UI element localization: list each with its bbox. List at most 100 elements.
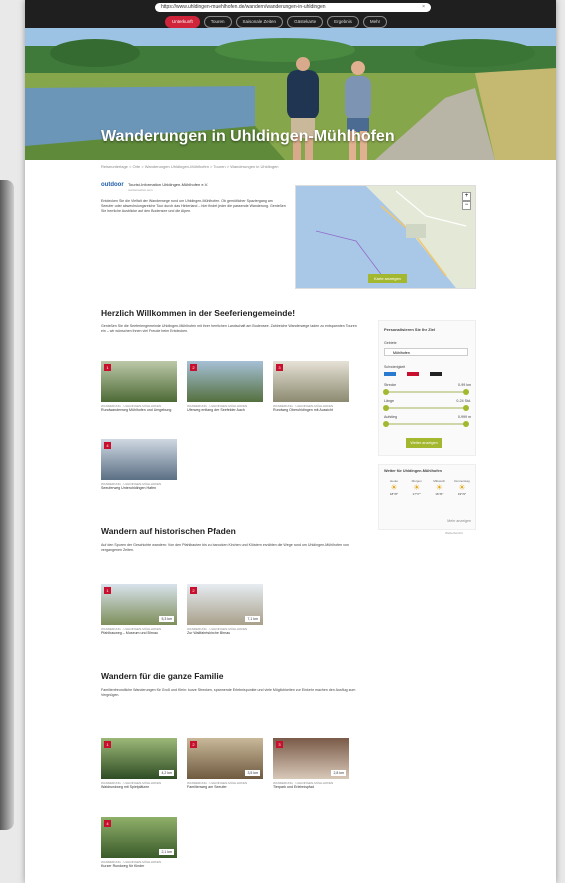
slider-knob[interactable]	[463, 405, 469, 411]
card-number: 1	[104, 587, 111, 594]
device-edge	[0, 180, 14, 830]
map-graphic	[296, 186, 475, 288]
weather-more-link[interactable]: Mehr anzeigen	[447, 519, 471, 523]
url-text: https://www.uhldingen-muehlhofen.de/wand…	[161, 4, 326, 10]
card-number: 4	[104, 820, 111, 827]
historic-text: Auf den Spuren der Geschichte wandern: V…	[101, 543, 349, 552]
slider-knob[interactable]	[383, 405, 389, 411]
slider-label: Länge	[384, 399, 394, 403]
tour-card[interactable]: 4 2,1 km WANDERUNG · UHLDINGEN-MÜHLHOFEN …	[101, 817, 177, 869]
card-image: 4	[101, 439, 177, 480]
weather-day: Heute ☀ 18°/8°	[384, 479, 404, 496]
family-text: Familienfreundliche Wanderungen für Groß…	[101, 688, 356, 697]
org-name[interactable]: Tourist-Information Uhldingen-Mühlhofen …	[128, 182, 208, 187]
nav-item-ergebnis[interactable]: Ergebnis	[327, 16, 359, 28]
weather-panel: Wetter für Uhldingen-Mühlhofen Heute ☀ 18°…	[378, 464, 476, 530]
page-title: Wanderungen in Uhldingen-Mühlhofen	[101, 128, 395, 145]
card-image: 1	[101, 361, 177, 402]
slider-knob[interactable]	[463, 421, 469, 427]
zoom-out-icon[interactable]: −	[462, 201, 471, 210]
nav-item-unterkunft[interactable]: Unterkunft	[165, 16, 200, 28]
intro-text: Entdecken Sie die Vielfalt der Wanderweg…	[101, 199, 286, 213]
distance-slider[interactable]	[383, 389, 469, 395]
card-image: 1 5,3 km	[101, 584, 177, 625]
day-temp: 19°/9°	[457, 492, 467, 496]
browser-toolbar: https://www.uhldingen-muehlhofen.de/wand…	[25, 0, 556, 28]
card-number: 4	[104, 442, 111, 449]
org-source: outdooractive.com	[128, 188, 153, 192]
nav-item-gaestekarte[interactable]: Gästekarte	[287, 16, 324, 28]
tour-card[interactable]: 4 WANDERUNG · UHLDINGEN-MÜHLHOFEN Seeufe…	[101, 439, 177, 491]
card-tag: 7,1 km	[245, 616, 260, 622]
sun-icon: ☀	[435, 483, 443, 492]
card-image: 3 2,8 km	[273, 738, 349, 779]
zoom-in-icon[interactable]: +	[462, 192, 471, 201]
slider-value: 0-99 km	[458, 383, 471, 387]
show-results-button[interactable]: Weiter anzeigen	[406, 438, 442, 448]
map[interactable]: + − Karte anzeigen	[295, 185, 476, 289]
day-temp: 18°/8°	[389, 492, 399, 496]
address-bar[interactable]: https://www.uhldingen-muehlhofen.de/wand…	[155, 3, 431, 12]
difficulty-hard[interactable]	[430, 372, 442, 376]
card-number: 2	[190, 741, 197, 748]
ascent-slider[interactable]	[383, 421, 469, 427]
tour-card[interactable]: 3 2,8 km WANDERUNG · UHLDINGEN-MÜHLHOFEN …	[273, 738, 349, 790]
card-number: 1	[104, 741, 111, 748]
slider-value: 0-999 m	[457, 415, 471, 419]
day-temp: 17°/7°	[412, 492, 421, 496]
slider-label: Aufstieg	[384, 415, 397, 419]
tour-card[interactable]: 3 WANDERUNG · UHLDINGEN-MÜHLHOFEN Rundwe…	[273, 361, 349, 413]
tour-card[interactable]: 2 7,1 km WANDERUNG · UHLDINGEN-MÜHLHOFEN …	[187, 584, 263, 636]
slider-value: 0-24 Std.	[456, 399, 471, 403]
card-tag: 4,2 km	[159, 770, 174, 776]
card-number: 3	[276, 741, 283, 748]
sun-icon: ☀	[413, 483, 421, 492]
tour-card[interactable]: 1 5,3 km WANDERUNG · UHLDINGEN-MÜHLHOFEN …	[101, 584, 177, 636]
nav-item-saisonal[interactable]: Saisonale Zeiten	[235, 16, 284, 28]
weather-days: Heute ☀ 18°/8° Morgen ☀ 17°/7° Mittwoch ☀ 16°/…	[384, 479, 472, 496]
difficulty-easy[interactable]	[384, 372, 396, 376]
card-number: 1	[104, 364, 111, 371]
card-image: 2 3,5 km	[187, 738, 263, 779]
nav-item-touren[interactable]: Touren	[203, 16, 232, 28]
card-image: 2 7,1 km	[187, 584, 263, 625]
card-title: Rundwanderweg Mühlhofen und Umgebung	[101, 408, 172, 412]
tour-card[interactable]: 2 3,5 km WANDERUNG · UHLDINGEN-MÜHLHOFEN …	[187, 738, 263, 790]
slider-knob[interactable]	[463, 389, 469, 395]
card-image: 1 4,2 km	[101, 738, 177, 779]
org-logo: outdoor	[101, 182, 124, 188]
card-title: Uferweg entlang der Seefelder Aach	[187, 408, 245, 412]
card-title: Kurzer Rundweg für Kinder	[101, 864, 145, 868]
card-title: Familienweg am Seeufer	[187, 785, 227, 789]
map-button[interactable]: Karte anzeigen	[368, 274, 407, 283]
family-title: Wandern für die ganze Familie	[101, 671, 224, 681]
slider-knob[interactable]	[383, 389, 389, 395]
weather-day: Donnerstag ☀ 19°/9°	[452, 479, 472, 496]
day-temp: 16°/6°	[435, 492, 444, 496]
sun-icon: ☀	[390, 483, 398, 492]
site-nav: Unterkunft Touren Saisonale Zeiten Gäste…	[165, 16, 388, 28]
card-title: Tierpark und Erlebnispfad	[273, 785, 315, 789]
weather-footer[interactable]: Wetterbericht	[445, 531, 463, 535]
weather-title: Wetter für Uhldingen-Mühlhofen	[384, 469, 442, 473]
card-title: Zur Wallfahrtskirche Birnau	[187, 631, 231, 635]
sun-icon: ☀	[458, 483, 466, 492]
tour-card[interactable]: 2 WANDERUNG · UHLDINGEN-MÜHLHOFEN Uferwe…	[187, 361, 263, 413]
breadcrumb[interactable]: Reiseunterlage > Orte > Wanderungen Uhld…	[101, 164, 279, 169]
weather-day: Morgen ☀ 17°/7°	[407, 479, 427, 496]
tour-card[interactable]: 1 4,2 km WANDERUNG · UHLDINGEN-MÜHLHOFEN …	[101, 738, 177, 790]
tour-card[interactable]: 1 WANDERUNG · UHLDINGEN-MÜHLHOFEN Rundwa…	[101, 361, 177, 413]
welcome-text: Genießen Sie die Seeferiengemeinde Uhldi…	[101, 324, 357, 333]
nav-item-mehr[interactable]: Mehr	[362, 16, 388, 28]
card-title: Waldrundweg mit Spielplätzen	[101, 785, 150, 789]
card-image: 4 2,1 km	[101, 817, 177, 858]
filter-panel: Personalisieren Sie Ihr Ziel Gebiete Müh…	[378, 320, 476, 456]
region-select[interactable]: Mühlhofen	[384, 348, 468, 356]
slider-knob[interactable]	[383, 421, 389, 427]
card-number: 2	[190, 587, 197, 594]
card-tag: 5,3 km	[159, 616, 174, 622]
difficulty-medium[interactable]	[407, 372, 419, 376]
duration-slider[interactable]	[383, 405, 469, 411]
close-icon[interactable]: ×	[422, 3, 425, 12]
card-image: 3	[273, 361, 349, 402]
